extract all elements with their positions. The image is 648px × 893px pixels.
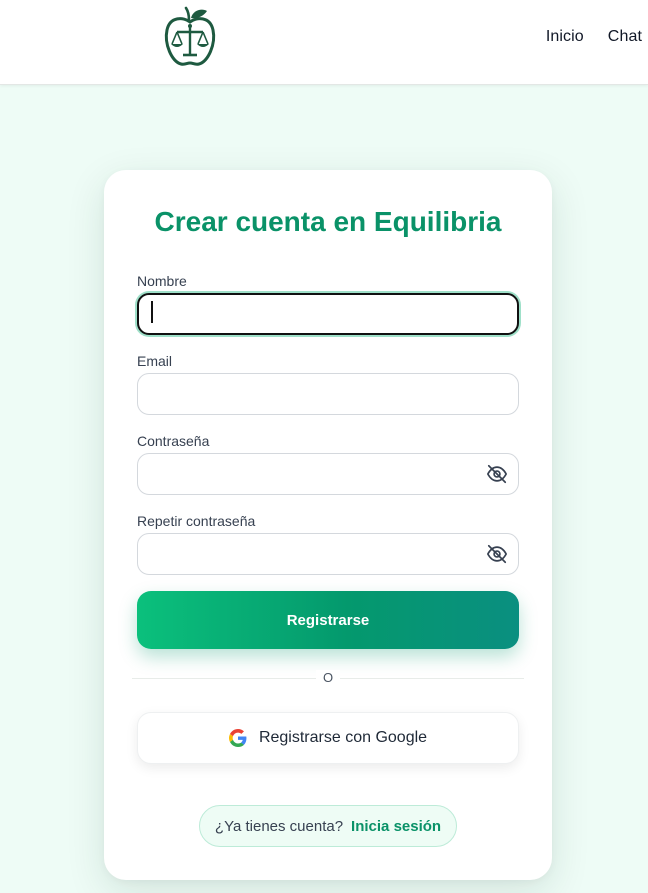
apple-scales-logo-icon[interactable] bbox=[162, 6, 218, 68]
nav-link-inicio[interactable]: Inicio bbox=[546, 28, 584, 46]
google-icon bbox=[228, 729, 247, 747]
repeat-password-field[interactable] bbox=[137, 533, 519, 575]
login-link[interactable]: Inicia sesión bbox=[351, 818, 441, 835]
nav-link-chat[interactable]: Chat bbox=[608, 28, 642, 46]
password-field[interactable] bbox=[137, 453, 519, 495]
email-field[interactable] bbox=[137, 373, 519, 415]
register-button[interactable]: Registrarse bbox=[137, 591, 519, 649]
nav-links: Inicio Chat bbox=[546, 28, 642, 46]
repeat-password-label: Repetir contraseña bbox=[137, 513, 256, 529]
email-label: Email bbox=[137, 353, 173, 369]
signup-card: Crear cuenta en Equilibria Nombre Email … bbox=[104, 170, 552, 880]
divider-label: O bbox=[316, 670, 340, 685]
eye-off-icon[interactable] bbox=[486, 543, 508, 565]
name-label: Nombre bbox=[137, 273, 187, 289]
google-register-button[interactable]: Registrarse con Google bbox=[137, 712, 519, 764]
text-caret bbox=[151, 301, 153, 323]
login-question: ¿Ya tienes cuenta? bbox=[214, 817, 344, 835]
password-label: Contraseña bbox=[137, 433, 210, 449]
name-field[interactable] bbox=[137, 293, 519, 335]
navbar: Inicio Chat bbox=[0, 0, 648, 85]
google-button-label: Registrarse con Google bbox=[258, 729, 428, 746]
eye-off-icon[interactable] bbox=[486, 463, 508, 485]
page-title: Crear cuenta en Equilibria bbox=[154, 206, 502, 237]
login-prompt: ¿Ya tienes cuenta? Inicia sesión bbox=[199, 805, 457, 847]
